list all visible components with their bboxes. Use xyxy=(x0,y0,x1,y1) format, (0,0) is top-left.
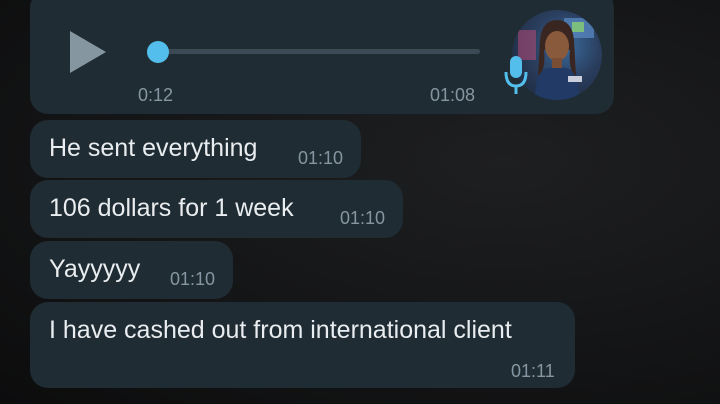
message-time: 01:10 xyxy=(170,269,216,289)
message-text: He sent everything xyxy=(49,134,258,162)
message-time: 01:10 xyxy=(340,208,386,228)
voice-message-bubble: 0:12 01:08 xyxy=(30,0,614,114)
message-time: 01:11 xyxy=(511,361,555,381)
message-text: 106 dollars for 1 week xyxy=(49,194,294,222)
message-bubble[interactable]: I have cashed out from international cli… xyxy=(30,302,575,388)
message-time: 01:10 xyxy=(298,148,344,168)
seekbar-thumb[interactable] xyxy=(146,41,169,63)
message-text: Yayyyyy xyxy=(49,255,141,283)
audio-seekbar[interactable] xyxy=(148,49,480,54)
microphone-icon xyxy=(504,56,528,94)
message-text: I have cashed out from international cli… xyxy=(49,316,512,344)
voice-elapsed-time: 0:12 xyxy=(138,85,174,105)
message-bubble[interactable]: 106 dollars for 1 week 01:10 xyxy=(30,180,403,238)
message-bubble[interactable]: He sent everything 01:10 xyxy=(30,120,361,178)
voice-sent-time: 01:08 xyxy=(430,85,476,105)
message-bubble[interactable]: Yayyyyy 01:10 xyxy=(30,241,233,299)
play-icon[interactable] xyxy=(70,31,106,73)
